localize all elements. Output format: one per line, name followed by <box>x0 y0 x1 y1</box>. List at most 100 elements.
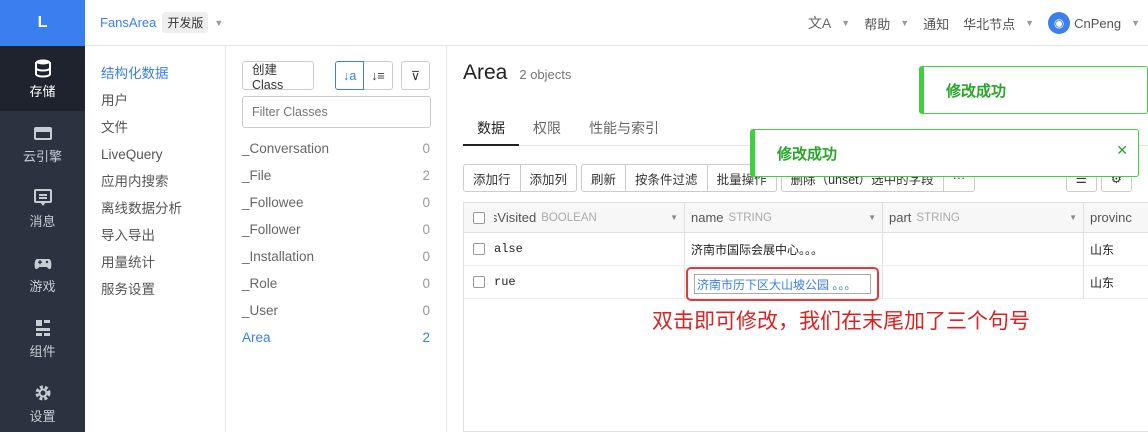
cell-part[interactable] <box>883 266 1084 298</box>
rail-label: 设置 <box>29 408 56 424</box>
rail-item-settings[interactable]: 设置 <box>0 371 85 436</box>
tab-indexes[interactable]: 性能与索引 <box>575 108 673 146</box>
class-item[interactable]: _Installation 0 <box>242 243 430 270</box>
select-all-checkbox[interactable] <box>464 203 494 232</box>
nav-item-users[interactable]: 用户 <box>101 87 225 114</box>
region-menu[interactable]: 华北节点 ▼ <box>963 14 1034 33</box>
column-name: isVisited <box>494 210 537 225</box>
column-header[interactable]: isVisited BOOLEAN ▼ <box>494 203 685 232</box>
column-name: part <box>889 210 912 225</box>
cell-name[interactable]: 济南市国际会展中心。。。 <box>685 233 883 265</box>
column-header[interactable]: part STRING ▼ <box>883 203 1084 232</box>
rail-item-storage[interactable]: 存储 <box>0 46 85 111</box>
app-logo[interactable]: L <box>0 0 85 46</box>
user-name: CnPeng <box>1074 15 1122 31</box>
table-row[interactable]: alse 济南市国际会展中心。。。 山东 <box>464 233 1148 266</box>
help-label: 帮助 <box>864 16 891 32</box>
tab-data[interactable]: 数据 <box>463 108 519 146</box>
class-item[interactable]: _Conversation 0 <box>242 135 430 162</box>
add-row-button[interactable]: 添加行 <box>463 164 521 192</box>
table-header: isVisited BOOLEAN ▼ name STRING ▼ part S… <box>464 203 1148 233</box>
user-menu[interactable]: ◉ CnPeng ▼ <box>1048 12 1140 34</box>
region-label: 华北节点 <box>963 16 1016 32</box>
class-item[interactable]: _Role 0 <box>242 270 430 297</box>
chevron-down-icon[interactable]: ▼ <box>868 213 876 222</box>
column-header[interactable]: name STRING ▼ <box>685 203 883 232</box>
notify-link[interactable]: 通知 <box>923 14 949 33</box>
class-count: 2 <box>422 168 430 183</box>
rail-item-engine[interactable]: 云引擎 <box>0 111 85 176</box>
add-group: 添加行 添加列 <box>463 164 578 192</box>
rail-item-messages[interactable]: 消息 <box>0 176 85 241</box>
filter-icon[interactable]: ⊽ <box>400 61 430 90</box>
filter-button[interactable]: 按条件过滤 <box>625 164 708 192</box>
class-item[interactable]: _Follower 0 <box>242 216 430 243</box>
sort-alpha-icon[interactable]: ↓a <box>335 61 365 90</box>
class-list: _Conversation 0 _File 2 _Followee 0 _Follow… <box>242 135 430 351</box>
cell-province[interactable]: 山东 <box>1084 233 1144 265</box>
nav-item-import-export[interactable]: 导入导出 <box>101 222 225 249</box>
class-item[interactable]: _File 2 <box>242 162 430 189</box>
chevron-down-icon[interactable]: ▼ <box>214 18 223 28</box>
class-item[interactable]: _Followee 0 <box>242 189 430 216</box>
action-group: 刷新 按条件过滤 批量操作 <box>581 164 777 192</box>
cell-part[interactable] <box>883 233 1084 265</box>
chevron-down-icon: ▼ <box>1131 18 1140 28</box>
cell-edit-input[interactable]: 济南市历下区大山坡公园 。。。 <box>694 274 871 294</box>
class-count: 2 <box>422 330 430 345</box>
app-name[interactable]: FansArea <box>100 15 156 30</box>
class-item-active[interactable]: Area 2 <box>242 324 430 351</box>
class-count: 0 <box>422 141 430 156</box>
class-name: _Followee <box>242 195 304 210</box>
cell-isvisited[interactable]: alse <box>494 233 685 265</box>
rail-label: 消息 <box>29 213 56 229</box>
column-header[interactable]: provinc <box>1084 203 1144 232</box>
class-item[interactable]: _User 0 <box>242 297 430 324</box>
rail-item-components[interactable]: 组件 <box>0 306 85 371</box>
tab-permissions[interactable]: 权限 <box>519 108 575 146</box>
row-checkbox[interactable] <box>464 266 494 298</box>
column-name: name <box>691 210 724 225</box>
classes-toolbar: 创建 Class ↓a ↓≡ ⊽ <box>242 61 430 92</box>
rail-label: 游戏 <box>29 278 56 294</box>
server-icon <box>33 126 52 140</box>
class-count: 0 <box>422 303 430 318</box>
sort-count-icon[interactable]: ↓≡ <box>364 61 393 90</box>
class-name: _File <box>242 168 272 183</box>
chevron-down-icon: ▼ <box>841 18 851 28</box>
add-column-button[interactable]: 添加列 <box>519 164 578 192</box>
nav-item-structured-data[interactable]: 结构化数据 <box>101 60 225 87</box>
create-class-button[interactable]: 创建 Class <box>242 61 314 92</box>
column-type: STRING <box>916 211 960 224</box>
refresh-button[interactable]: 刷新 <box>581 164 627 192</box>
row-checkbox[interactable] <box>464 233 494 265</box>
class-name: _Role <box>242 276 278 291</box>
class-count: 0 <box>422 222 430 237</box>
gear-icon <box>35 385 50 400</box>
column-type: BOOLEAN <box>541 211 597 224</box>
language-menu[interactable]: 文A ▼ <box>808 13 850 33</box>
main-rail: L 存储 云引擎 消息 游戏 组件 设置 <box>0 0 85 432</box>
success-toast: 修改成功 ✕ <box>750 129 1139 177</box>
column-type: STRING <box>728 211 772 224</box>
nav-item-search[interactable]: 应用内搜索 <box>101 168 225 195</box>
cell-province[interactable]: 山东 <box>1084 266 1144 298</box>
nav-item-files[interactable]: 文件 <box>101 114 225 141</box>
nav-item-usage[interactable]: 用量统计 <box>101 249 225 276</box>
cell-isvisited[interactable]: rue <box>494 266 685 298</box>
nav-item-livequery[interactable]: LiveQuery <box>101 141 225 168</box>
filter-classes-input[interactable] <box>242 96 431 128</box>
chevron-down-icon[interactable]: ▼ <box>1069 213 1077 222</box>
chevron-down-icon[interactable]: ▼ <box>670 213 678 222</box>
class-name: _User <box>242 303 279 318</box>
rail-label: 存储 <box>29 83 56 99</box>
nav-item-offline-analysis[interactable]: 离线数据分析 <box>101 195 225 222</box>
close-icon[interactable]: ✕ <box>1116 142 1128 159</box>
help-menu[interactable]: 帮助 ▼ <box>864 14 909 33</box>
class-name: _Installation <box>242 249 315 264</box>
rail-item-games[interactable]: 游戏 <box>0 241 85 306</box>
storage-nav: 结构化数据 用户 文件 LiveQuery 应用内搜索 离线数据分析 导入导出 … <box>85 46 226 432</box>
annotation-text: 双击即可修改，我们在末尾加了三个句号 <box>652 310 1030 333</box>
nav-item-service-settings[interactable]: 服务设置 <box>101 276 225 303</box>
gamepad-icon <box>34 258 51 269</box>
